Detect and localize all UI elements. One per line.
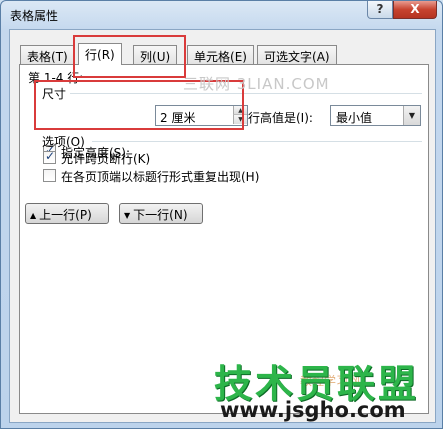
tab-column[interactable]: 列(U): [133, 45, 178, 64]
window-title: 表格属性: [10, 9, 59, 23]
tab-accesskey: (A): [312, 50, 330, 64]
tab-cell[interactable]: 单元格(E): [187, 45, 254, 64]
tab-table[interactable]: 表格(T): [20, 45, 75, 64]
tab-accesskey: (R): [97, 48, 115, 62]
previous-row-label: 上一行(P): [39, 208, 92, 222]
next-row-label: 下一行(N): [133, 208, 188, 222]
size-section-label: 尺寸: [42, 87, 67, 101]
tab-accesskey: (T): [51, 50, 68, 64]
tab-accesskey: (U): [152, 50, 171, 64]
tab-label: 列: [140, 50, 153, 64]
row-height-rule-value: 最小值: [336, 111, 373, 125]
tab-accesskey: (E): [230, 50, 247, 64]
watermark-url: www.jsgho.com: [220, 398, 406, 422]
tab-alt-text[interactable]: 可选文字(A): [257, 45, 337, 64]
options-section-label: 选项(O): [42, 135, 85, 149]
triangle-down-icon: ▼: [124, 211, 131, 220]
row-height-rule-select[interactable]: 最小值 ▼: [330, 105, 421, 126]
tab-label: 单元格: [194, 50, 231, 64]
height-value: 2 厘米: [160, 111, 196, 125]
triangle-up-icon: ▲: [30, 211, 37, 220]
tab-label: 行: [85, 48, 98, 62]
chevron-down-icon[interactable]: ▼: [403, 106, 420, 125]
help-button[interactable]: ?: [367, 1, 393, 19]
tab-label: 可选文字: [264, 50, 313, 64]
repeat-header-label: 在各页顶端以标题行形式重复出现(H): [61, 170, 260, 184]
close-button[interactable]: X: [393, 1, 437, 19]
spinner-buttons: ▲ ▼: [233, 106, 247, 125]
tab-row[interactable]: 行(R): [78, 43, 122, 65]
height-spinner[interactable]: 2 厘米 ▲ ▼: [155, 105, 248, 126]
spin-up-icon[interactable]: ▲: [233, 106, 247, 115]
allow-row-break-label: 允许跨页断行(K): [61, 152, 151, 166]
allow-row-break-checkbox[interactable]: [43, 149, 56, 164]
title-bar[interactable]: 表格属性 ? X: [1, 1, 442, 29]
next-row-button[interactable]: ▼ 下一行(N): [119, 203, 203, 224]
previous-row-button[interactable]: ▲ 上一行(P): [25, 203, 109, 224]
tab-label: 表格: [27, 50, 52, 64]
repeat-header-checkbox[interactable]: [43, 169, 56, 182]
watermark-3lian: 三联网 3LIAN.COM: [183, 75, 330, 93]
row-height-is-label: 行高值是(I):: [248, 111, 313, 125]
rows-range-label: 第 1-4 行:: [28, 71, 84, 85]
spin-down-icon[interactable]: ▼: [233, 115, 247, 124]
options-section-divider: [92, 141, 422, 142]
